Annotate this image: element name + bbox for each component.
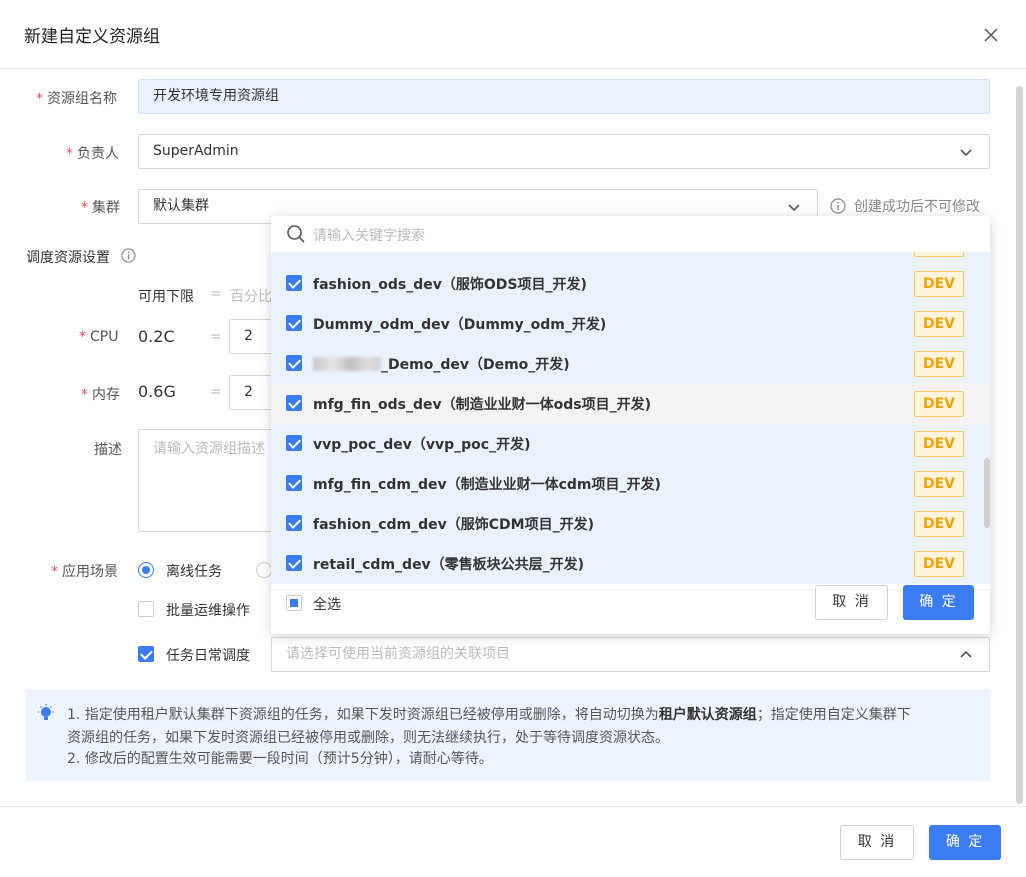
dev-tag: DEV [914, 351, 964, 377]
list-item[interactable]: retail_cdm_dev（零售板块公共层_开发) DEV [271, 544, 990, 584]
item-name: _Demo_dev（Demo_开发) [313, 354, 570, 374]
project-dropdown: 请输入关键字搜索 DEV fashion_ods_dev（服饰ODS项目_开发)… [271, 216, 990, 634]
dialog-footer: 取 消 确 定 [0, 806, 1026, 877]
memory-equals: = [210, 384, 222, 400]
name-label: * 资源组名称 [36, 91, 117, 107]
lower-limit-equals: = [210, 286, 222, 302]
memory-label: * 内存 [81, 387, 120, 403]
item-name: mfg_fin_ods_dev（制造业业财一体ods项目_开发) [313, 397, 652, 413]
item-name: Dummy_odm_dev（Dummy_odm_开发) [313, 317, 607, 333]
dev-tag: DEV [914, 271, 964, 297]
dropdown-scrollbar[interactable] [984, 458, 990, 528]
select-all-checkbox[interactable] [286, 595, 302, 611]
list-item[interactable]: vvp_poc_dev（vvp_poc_开发) DEV [271, 424, 990, 464]
tip-line-3: 2. 修改后的配置生效可能需要一段时间（预计5分钟），请耐心等待。 [67, 751, 493, 767]
lower-limit-unit: 百分比 [230, 289, 272, 305]
dropdown-confirm-button[interactable]: 确 定 [903, 585, 974, 620]
item-name: fashion_cdm_dev（服饰CDM项目_开发) [313, 517, 594, 533]
item-checkbox[interactable] [286, 435, 302, 451]
item-checkbox[interactable] [286, 315, 302, 331]
dialog-title: 新建自定义资源组 [24, 27, 160, 47]
schedule-section-title: 调度资源设置 [26, 250, 110, 266]
redacted-text [313, 357, 381, 371]
name-input[interactable]: 开发环境专用资源组 [138, 79, 990, 114]
owner-select[interactable]: SuperAdmin [138, 134, 990, 169]
item-checkbox[interactable] [286, 355, 302, 371]
chevron-up-icon [960, 650, 972, 658]
list-item[interactable]: _Demo_dev（Demo_开发) DEV [271, 344, 990, 384]
cluster-label: * 集群 [81, 200, 120, 216]
item-checkbox[interactable] [286, 475, 302, 491]
dev-tag: DEV [914, 431, 964, 457]
dev-tag: DEV [914, 391, 964, 417]
dropdown-cancel-button[interactable]: 取 消 [815, 585, 888, 620]
chevron-down-icon [788, 204, 800, 212]
list-item[interactable]: DEV [271, 252, 990, 264]
dev-tag: DEV [914, 252, 964, 257]
offline-task-label: 离线任务 [166, 564, 222, 580]
daily-schedule-label: 任务日常调度 [166, 648, 250, 664]
list-item[interactable]: Dummy_odm_dev（Dummy_odm_开发) DEV [271, 304, 990, 344]
cpu-value: 0.2C [138, 327, 175, 346]
dropdown-list[interactable]: DEV fashion_ods_dev（服饰ODS项目_开发) DEV Dumm… [271, 252, 990, 589]
cluster-hint: 创建成功后不可修改 [854, 199, 980, 215]
cancel-button[interactable]: 取 消 [840, 825, 914, 860]
dev-tag: DEV [914, 311, 964, 337]
close-button[interactable] [978, 22, 1004, 48]
cpu-equals: = [210, 329, 222, 345]
chevron-down-icon [960, 149, 972, 157]
tip-line-1: 1. 指定使用租户默认集群下资源组的任务，如果下发时资源组已经被停用或删除，将自… [67, 707, 911, 723]
dropdown-search[interactable]: 请输入关键字搜索 [271, 216, 990, 252]
batch-ops-label: 批量运维操作 [166, 603, 250, 619]
item-checkbox[interactable] [286, 555, 302, 571]
description-label: 描述 [94, 442, 122, 458]
search-placeholder: 请输入关键字搜索 [313, 228, 425, 244]
dropdown-footer: 全选 取 消 确 定 [271, 585, 990, 634]
tip-box: 1. 指定使用租户默认集群下资源组的任务，如果下发时资源组已经被停用或删除，将自… [26, 689, 990, 781]
dev-tag: DEV [914, 551, 964, 577]
lightbulb-icon [38, 704, 54, 720]
item-name: retail_cdm_dev（零售板块公共层_开发) [313, 557, 585, 573]
list-item[interactable]: fashion_ods_dev（服饰ODS项目_开发) DEV [271, 264, 990, 304]
select-all-label: 全选 [313, 597, 341, 613]
item-checkbox[interactable] [286, 395, 302, 411]
daily-schedule-checkbox[interactable] [138, 646, 154, 662]
dialog-header: 新建自定义资源组 [0, 0, 1026, 69]
list-item[interactable]: fashion_cdm_dev（服饰CDM项目_开发) DEV [271, 504, 990, 544]
batch-ops-checkbox[interactable] [138, 601, 154, 617]
tip-line-2: 资源组的任务，如果下发时资源组已经被停用或删除，则无法继续执行，处于等待调度资源… [67, 730, 669, 746]
memory-value: 0.6G [138, 382, 176, 401]
owner-label: * 负责人 [66, 146, 119, 162]
item-name: fashion_ods_dev（服饰ODS项目_开发) [313, 277, 587, 293]
item-checkbox[interactable] [286, 515, 302, 531]
new-resource-group-dialog: 新建自定义资源组 * 资源组名称 开发环境专用资源组 * 负责人 SuperAdmi… [0, 0, 1026, 877]
dev-tag: DEV [914, 471, 964, 497]
project-placeholder: 请选择可使用当前资源组的关联项目 [286, 646, 510, 662]
item-checkbox[interactable] [286, 275, 302, 291]
cpu-label: * CPU [79, 329, 119, 345]
info-icon [830, 198, 846, 214]
project-select[interactable]: 请选择可使用当前资源组的关联项目 [271, 637, 990, 672]
scenario-label: * 应用场景 [51, 564, 118, 580]
info-icon[interactable] [121, 248, 136, 263]
close-icon [984, 28, 998, 42]
offline-task-radio[interactable] [138, 562, 154, 578]
list-item[interactable]: mfg_fin_ods_dev（制造业业财一体ods项目_开发) DEV [271, 384, 990, 424]
item-name: vvp_poc_dev（vvp_poc_开发) [313, 437, 531, 453]
owner-value: SuperAdmin [153, 143, 239, 159]
dialog-scrollbar[interactable] [1016, 86, 1023, 804]
item-name: mfg_fin_cdm_dev（制造业业财一体cdm项目_开发) [313, 477, 661, 493]
lower-limit-label: 可用下限 [138, 289, 194, 305]
search-icon [287, 225, 305, 243]
dev-tag: DEV [914, 511, 964, 537]
other-scenario-radio[interactable] [256, 562, 272, 578]
list-item[interactable]: mfg_fin_cdm_dev（制造业业财一体cdm项目_开发) DEV [271, 464, 990, 504]
cluster-value: 默认集群 [153, 198, 209, 214]
confirm-button[interactable]: 确 定 [929, 825, 1001, 860]
